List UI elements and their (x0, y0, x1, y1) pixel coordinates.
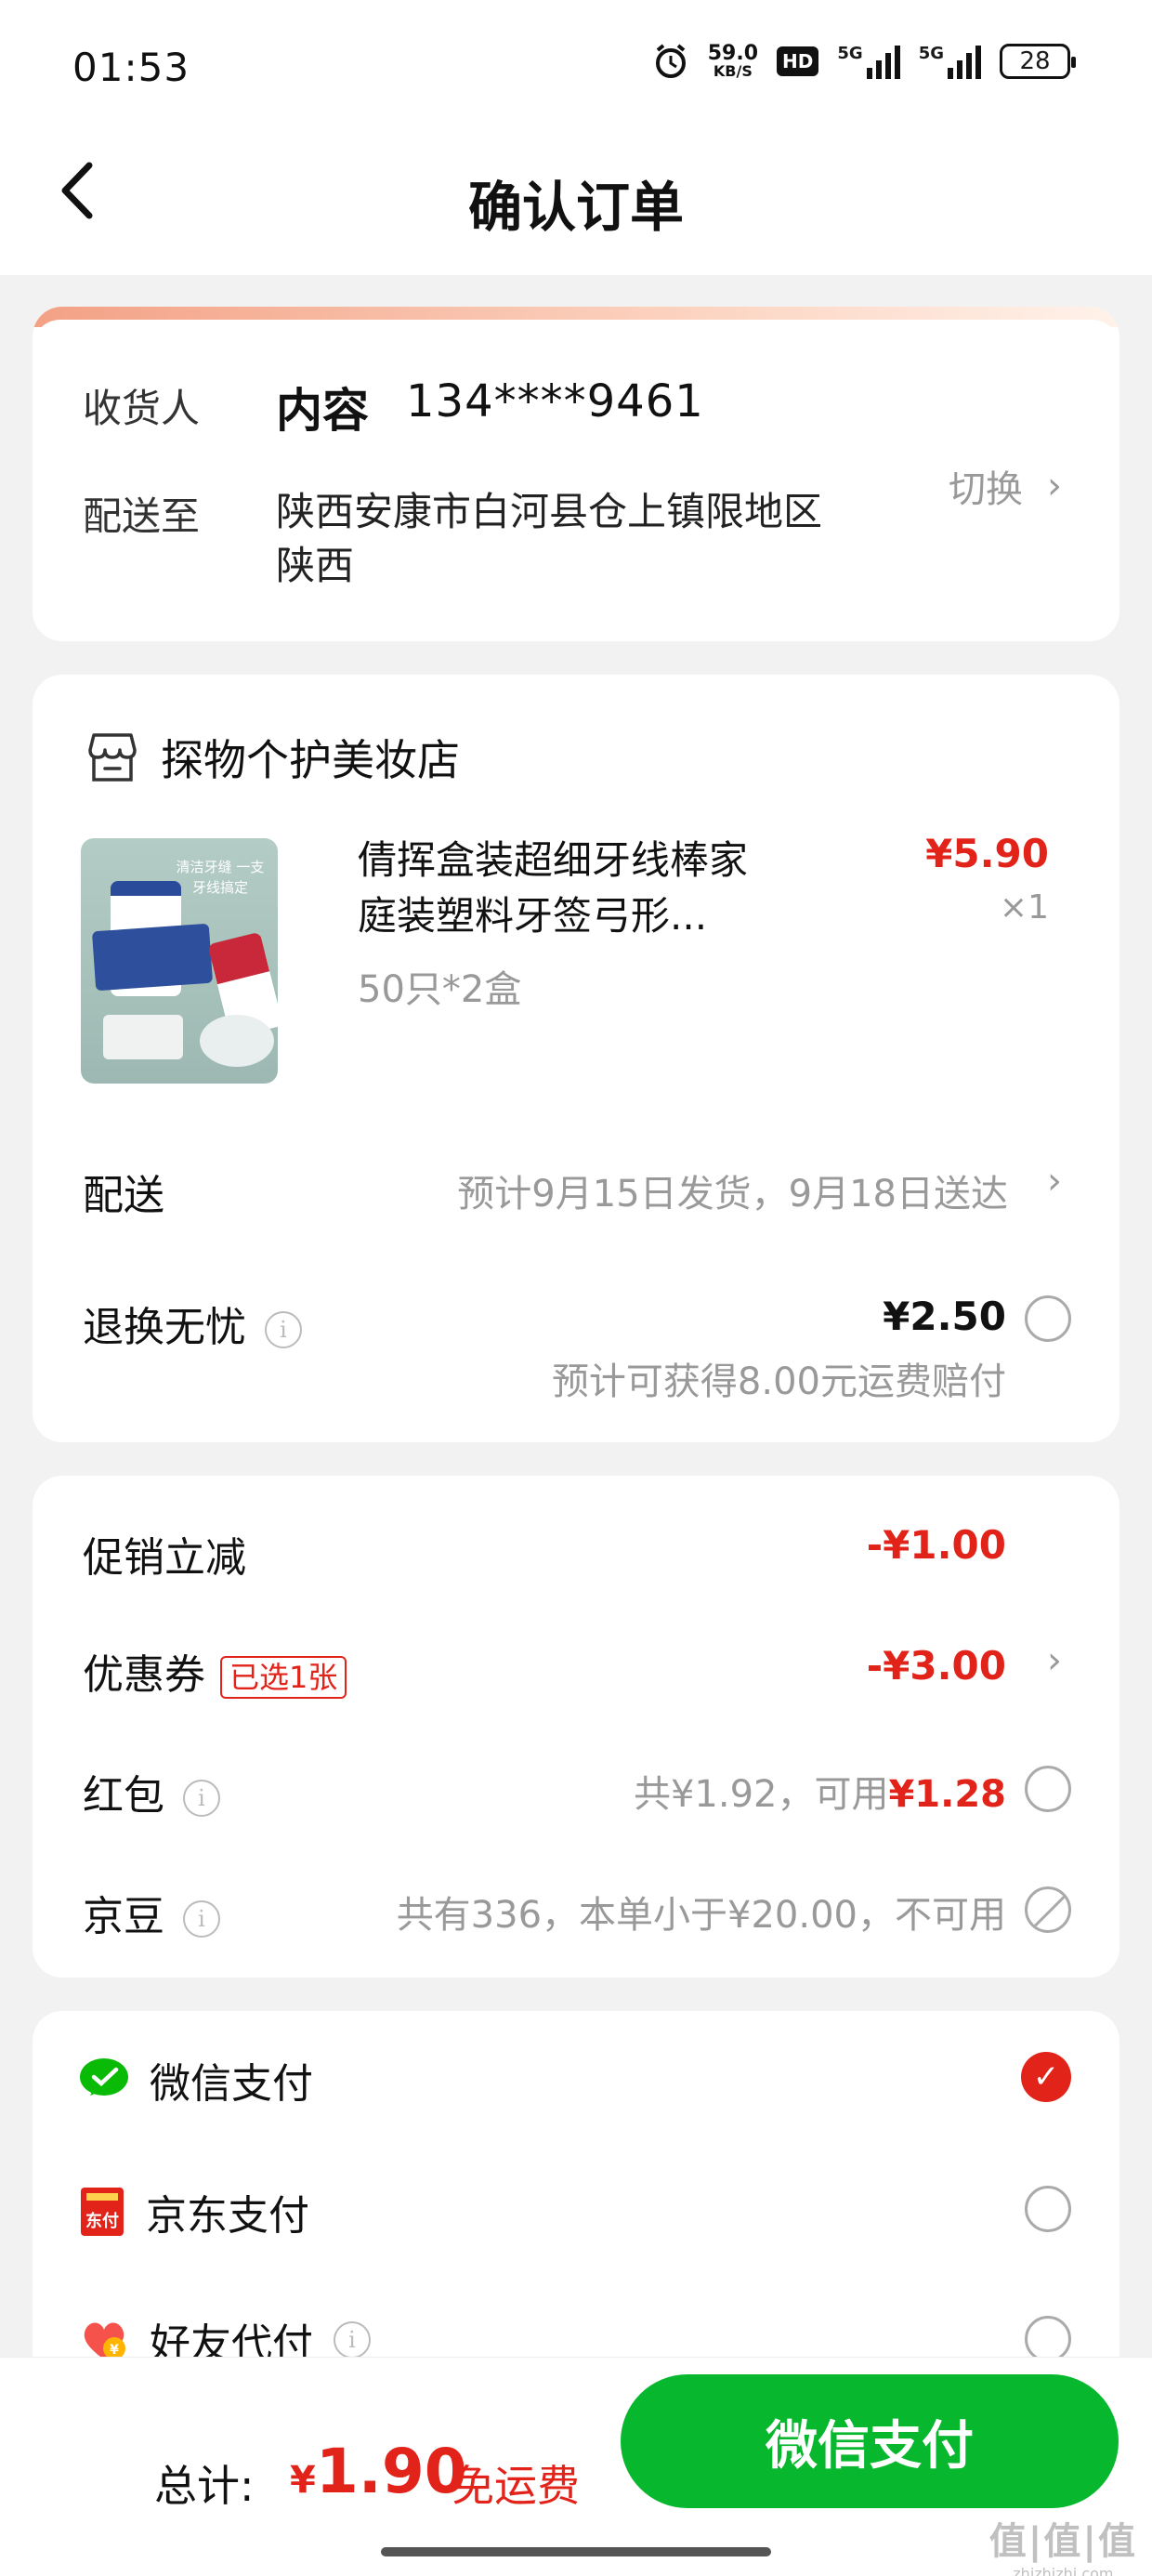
worry-free-subtext: 预计可获得8.00元运费赔付 (551, 1360, 1006, 1403)
info-icon[interactable]: i (183, 1900, 220, 1938)
pay-option-wechat[interactable]: 微信支付 (79, 2050, 313, 2109)
page-title: 确认订单 (467, 176, 684, 239)
total-amount: ¥1.90 (290, 2436, 467, 2507)
redpack-label: 红包 (83, 1772, 164, 1820)
wechat-pay-icon (80, 2058, 128, 2096)
ship-address: 陕西安康市白河县仓上镇限地区 陕西 (276, 489, 823, 588)
signal-icon: 5G (837, 44, 900, 79)
coupon-row[interactable]: 优惠券 已选1张 (83, 1641, 347, 1701)
watermark: 值|值|值 zhizhizhi.com (988, 2520, 1137, 2576)
delivery-label: 配送 (83, 1172, 164, 1219)
home-indicator[interactable] (381, 2547, 771, 2556)
store-name: 探物个护美妆店 (161, 735, 460, 785)
info-icon[interactable]: i (265, 1311, 302, 1348)
receiver-name: 内容 (276, 384, 369, 438)
battery-icon: 28 (1000, 44, 1076, 79)
product-title[interactable]: 倩挥盒装超细牙线棒家庭装塑料牙签弓形... (358, 833, 785, 944)
worry-free-radio[interactable] (1025, 1295, 1071, 1342)
coupon-value: -¥3.00 (866, 1643, 1006, 1689)
svg-text:¥: ¥ (110, 2343, 119, 2358)
coupon-badge: 已选1张 (220, 1656, 347, 1699)
chevron-right-icon[interactable]: › (1047, 1160, 1062, 1203)
status-time: 01:53 (72, 45, 190, 90)
chevron-right-icon: › (1047, 465, 1062, 507)
info-icon[interactable]: i (183, 1780, 220, 1817)
redpack-row: 红包 i (83, 1762, 220, 1821)
product-spec: 50只*2盒 (358, 968, 522, 1011)
jd-pay-label: 京东支付 (146, 2192, 309, 2240)
delivery-estimate[interactable]: 预计9月15日发货，9月18日送达 (457, 1163, 1008, 1217)
product-image-banner: 清洁牙缝 一支牙线搞定 (176, 859, 265, 896)
friend-pay-radio[interactable] (1025, 2316, 1071, 2362)
alarm-icon (655, 44, 686, 78)
ship-to-label: 配送至 (83, 493, 201, 539)
hd-icon: HD (777, 46, 819, 76)
receiver-label: 收货人 (83, 386, 201, 431)
coupon-label: 优惠券 (83, 1651, 205, 1699)
switch-address-button[interactable]: 切换 › (949, 459, 1062, 513)
disabled-icon (1025, 1886, 1071, 1933)
switch-label: 切换 (949, 468, 1023, 511)
status-icons: 59.0 KB/S HD 5G 5G 28 (652, 42, 1076, 80)
product-qty: ×1 (999, 888, 1049, 927)
jd-pay-icon: 东付 (81, 2188, 124, 2236)
jd-beans-text: 共有336，本单小于¥20.00，不可用 (396, 1894, 1006, 1937)
bottom-pay-bar: 总计: ¥1.90 免运费 微信支付 (0, 2357, 1152, 2576)
worry-free-label: 退换无忧 (83, 1304, 246, 1351)
redpack-value-text: 共¥1.92，可用¥1.28 (633, 1773, 1006, 1816)
wechat-pay-button[interactable]: 微信支付 (621, 2374, 1119, 2508)
receiver-phone: 134****9461 (406, 375, 704, 427)
pay-option-jd[interactable]: 东付 京东支付 (79, 2182, 309, 2241)
promo-value: -¥1.00 (866, 1522, 1006, 1568)
jd-beans-label: 京豆 (83, 1893, 164, 1940)
wechat-pay-label: 微信支付 (150, 2060, 313, 2108)
product-price: ¥5.90 (925, 831, 1049, 876)
jd-beans-row: 京豆 i (83, 1883, 220, 1942)
svg-text:东付: 东付 (85, 2211, 119, 2231)
total-label: 总计: (154, 2461, 255, 2511)
chevron-right-icon[interactable]: › (1047, 1639, 1062, 1682)
store-card: 探物个护美妆店 清洁牙缝 一支牙线搞定 倩挥盒装超细牙线棒家庭装塑料牙签弓形..… (33, 675, 1119, 1442)
promo-label: 促销立减 (83, 1534, 246, 1582)
signal-icon-2: 5G (919, 44, 981, 79)
store-icon (88, 733, 137, 782)
wechat-pay-checked-icon[interactable]: ✓ (1021, 2052, 1071, 2102)
store-header[interactable]: 探物个护美妆店 (85, 727, 460, 788)
header-area: 01:53 59.0 KB/S HD 5G 5G 28 确认订单 (0, 0, 1152, 275)
product-image[interactable]: 清洁牙缝 一支牙线搞定 (81, 838, 278, 1084)
redpack-radio[interactable] (1025, 1766, 1071, 1812)
info-icon[interactable]: i (334, 2321, 371, 2359)
net-speed: 59.0 KB/S (707, 42, 759, 80)
discounts-card: 促销立减 -¥1.00 优惠券 已选1张 -¥3.00 › 红包 i 共¥1.92，… (33, 1476, 1119, 1978)
jd-pay-radio[interactable] (1025, 2186, 1071, 2232)
worry-free-price: ¥2.50 (883, 1294, 1006, 1339)
address-card[interactable]: 收货人 内容 134****9461 配送至 陕西安康市白河县仓上镇限地区 陕西… (33, 307, 1119, 641)
free-shipping-label: 免运费 (452, 2461, 580, 2511)
worry-free-row: 退换无忧 i (83, 1294, 302, 1353)
